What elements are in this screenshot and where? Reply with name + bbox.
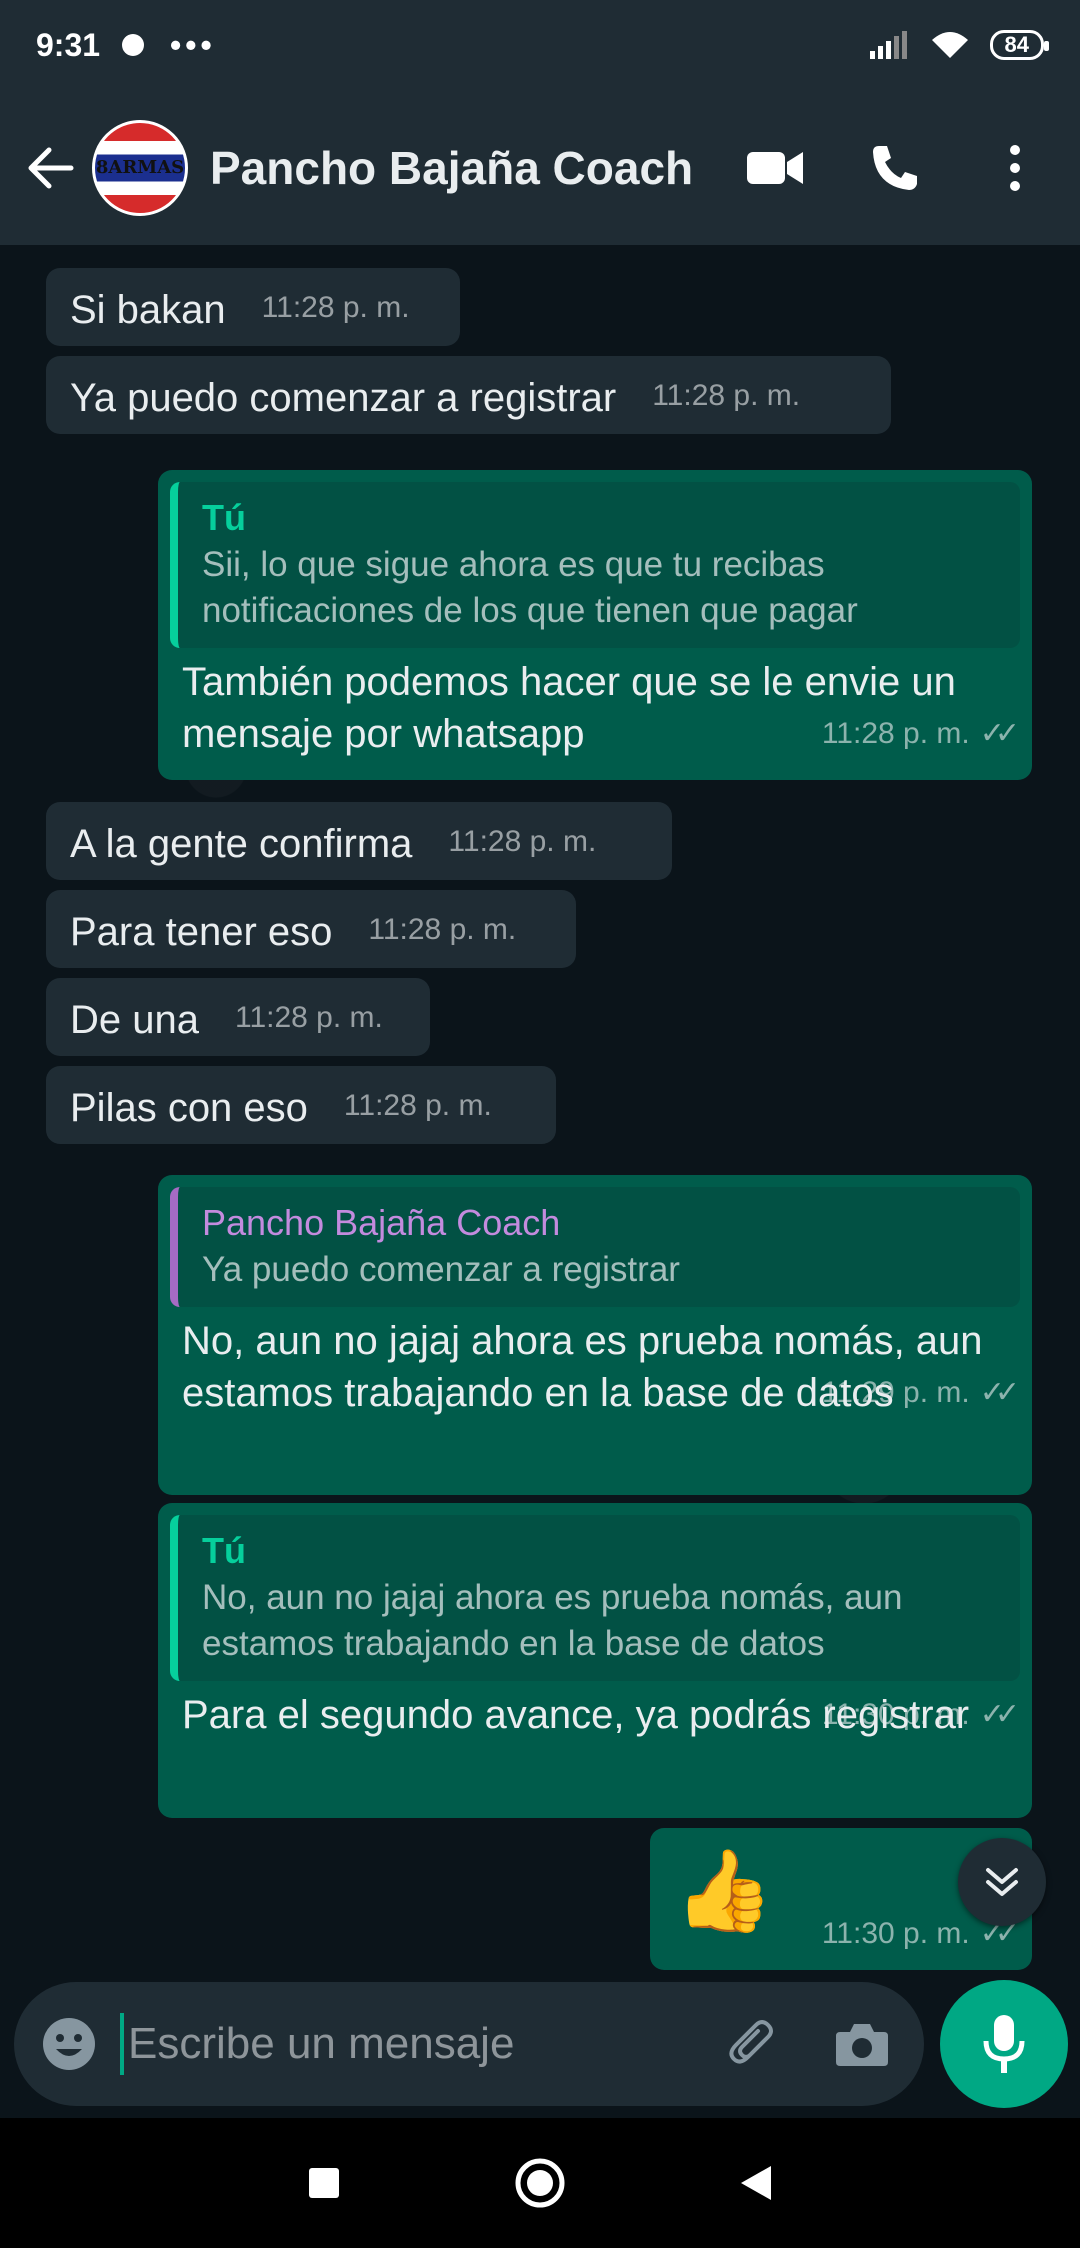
camera-icon[interactable] <box>834 2020 890 2068</box>
back-button[interactable] <box>20 138 80 198</box>
message-text: Para tener eso <box>70 910 333 954</box>
notification-icon <box>122 34 145 56</box>
attach-icon[interactable] <box>726 2017 780 2071</box>
avatar[interactable]: 8ARMAS <box>92 119 188 216</box>
message-time: 11:28 p. m. <box>261 291 410 324</box>
voice-call-button[interactable] <box>860 133 930 203</box>
message-text: Si bakan <box>70 288 226 332</box>
message-composer <box>14 1982 924 2106</box>
arrow-left-icon <box>28 147 74 188</box>
home-icon[interactable] <box>514 2157 566 2209</box>
menu-button[interactable] <box>980 133 1050 203</box>
read-ticks-icon: ✓✓ <box>979 717 1020 750</box>
more-vertical-icon <box>1010 144 1020 191</box>
quote-author: Pancho Bajaña Coach <box>202 1202 561 1243</box>
message-time: 11:28 p. m. <box>652 379 801 412</box>
message-text: Pilas con eso <box>70 1086 308 1130</box>
thumbs-up-emoji: 👍 <box>674 1846 774 1935</box>
quote-author: Tú <box>202 1530 246 1571</box>
chat-area[interactable]: Si bakan 11:28 p. m. Ya puedo comenzar a … <box>0 245 1080 1985</box>
outgoing-message[interactable]: Tú No, aun no jajaj ahora es prueba nomá… <box>158 1503 1032 1818</box>
chat-header: 8ARMAS Pancho Bajaña Coach <box>0 90 1080 245</box>
incoming-message[interactable]: De una 11:28 p. m. <box>46 978 430 1056</box>
incoming-message[interactable]: Ya puedo comenzar a registrar 11:28 p. m. <box>46 356 891 434</box>
message-time: 11:30 p. m. <box>821 1698 970 1731</box>
scroll-to-bottom-button[interactable] <box>958 1838 1046 1926</box>
quote-author: Tú <box>202 497 246 538</box>
quote-text: No, aun no jajaj ahora es prueba nomás, … <box>202 1578 903 1663</box>
message-text: De una <box>70 998 199 1042</box>
quoted-message[interactable]: Pancho Bajaña Coach Ya puedo comenzar a … <box>170 1187 1020 1307</box>
text-cursor <box>120 2013 124 2075</box>
message-text: Ya puedo comenzar a registrar <box>70 376 617 420</box>
outgoing-message[interactable]: Tú Sii, lo que sigue ahora es que tu rec… <box>158 470 1032 780</box>
more-notifications-icon: ••• <box>170 26 216 63</box>
phone-icon <box>873 145 917 190</box>
status-time: 9:31 <box>36 26 101 63</box>
voice-record-button[interactable] <box>940 1980 1068 2108</box>
wifi-icon <box>931 32 968 58</box>
emoji-icon[interactable] <box>40 2015 98 2073</box>
system-navigation-bar <box>0 2118 1080 2248</box>
incoming-message[interactable]: Para tener eso 11:28 p. m. <box>46 890 576 968</box>
microphone-icon <box>983 2015 1025 2073</box>
status-icons: 84 <box>869 30 1050 60</box>
message-time: 11:28 p. m. <box>234 1001 383 1034</box>
quoted-message[interactable]: Tú No, aun no jajaj ahora es prueba nomá… <box>170 1515 1020 1681</box>
read-ticks-icon: ✓✓ <box>979 1698 1020 1731</box>
quote-text: Sii, lo que sigue ahora es que tu reciba… <box>202 545 858 630</box>
message-time: 11:28 p. m. <box>448 825 597 858</box>
video-call-button[interactable] <box>740 133 810 203</box>
avatar-text: 8ARMAS <box>95 157 185 178</box>
incoming-message[interactable]: Si bakan 11:28 p. m. <box>46 268 460 346</box>
message-time: 11:28 p. m. <box>343 1089 492 1122</box>
message-text: A la gente confirma <box>70 822 413 866</box>
recents-icon[interactable] <box>307 2166 341 2200</box>
video-camera-icon <box>747 151 803 184</box>
battery-icon: 84 <box>989 30 1050 60</box>
incoming-message[interactable]: Pilas con eso 11:28 p. m. <box>46 1066 556 1144</box>
message-input[interactable] <box>128 2019 688 2069</box>
status-bar: 9:31 ••• 84 <box>0 0 1080 90</box>
chevron-double-down-icon <box>986 1868 1018 1896</box>
header-actions <box>740 133 1060 203</box>
incoming-message[interactable]: A la gente confirma 11:28 p. m. <box>46 802 672 880</box>
message-time: 11:28 p. m. <box>368 913 517 946</box>
quoted-message[interactable]: Tú Sii, lo que sigue ahora es que tu rec… <box>170 482 1020 648</box>
outgoing-message[interactable]: Pancho Bajaña Coach Ya puedo comenzar a … <box>158 1175 1032 1495</box>
message-time: 11:29 p. m. <box>821 1376 970 1409</box>
back-nav-icon[interactable] <box>739 2164 773 2202</box>
read-ticks-icon: ✓✓ <box>979 1376 1020 1409</box>
message-time: 11:28 p. m. <box>821 717 970 750</box>
message-time: 11:30 p. m. <box>821 1917 970 1950</box>
quote-text: Ya puedo comenzar a registrar <box>202 1250 680 1289</box>
signal-icon <box>869 31 907 59</box>
contact-name[interactable]: Pancho Bajaña Coach <box>210 141 693 195</box>
